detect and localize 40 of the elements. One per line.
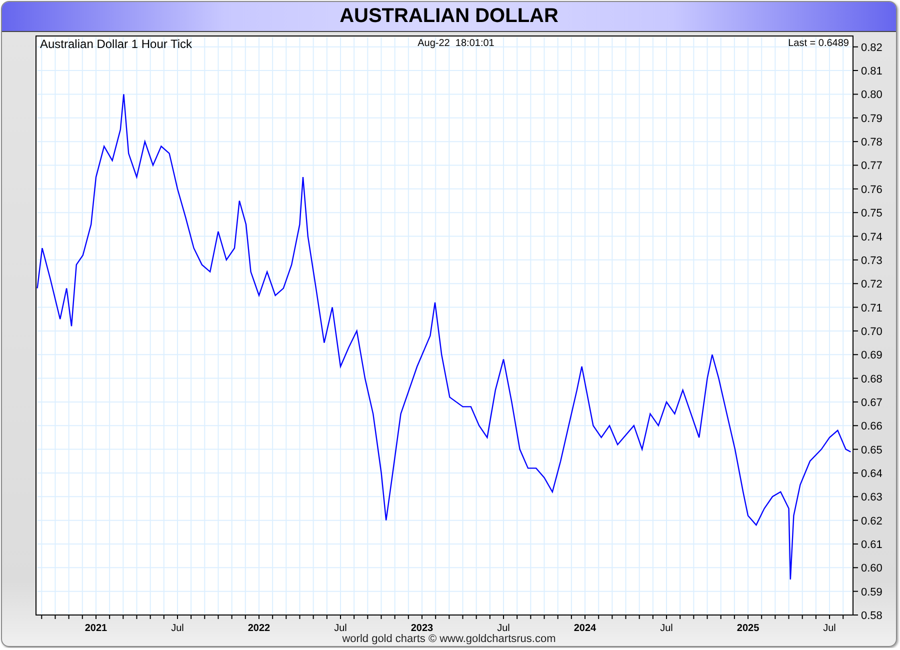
y-axis-label: 0.74 xyxy=(861,231,882,244)
y-axis-label: 0.71 xyxy=(861,302,882,314)
y-axis-label: 0.73 xyxy=(861,254,882,267)
y-axis-label: 0.80 xyxy=(861,89,882,102)
footer-credit: world gold charts © www.goldchartsrus.com xyxy=(342,633,556,645)
y-axis-label: 0.58 xyxy=(861,610,882,622)
y-axis-label: 0.64 xyxy=(861,468,882,480)
y-axis-label: 0.69 xyxy=(861,350,882,362)
x-axis-label: 2024 xyxy=(574,623,596,634)
timestamp: Aug-22 18:01:01 xyxy=(418,38,494,49)
y-axis-label: 0.79 xyxy=(861,112,882,125)
y-axis-label: 0.75 xyxy=(861,208,882,220)
y-axis-label: 0.76 xyxy=(861,184,882,196)
x-axis-label: Jul xyxy=(171,623,184,634)
y-axis-label: 0.60 xyxy=(861,562,882,575)
x-axis-label: 2023 xyxy=(410,623,434,634)
y-axis-label: 0.70 xyxy=(861,326,882,338)
x-axis-label: Jul xyxy=(660,623,673,634)
x-axis-label: 2022 xyxy=(248,623,270,634)
y-axis-label: 0.59 xyxy=(861,586,882,598)
y-axis-label: 0.62 xyxy=(861,515,882,528)
y-axis-label: 0.63 xyxy=(861,492,882,504)
y-axis-label: 0.61 xyxy=(861,538,882,551)
x-axis-label: Jul xyxy=(334,623,347,634)
y-axis-label: 0.78 xyxy=(861,136,882,149)
y-axis-label: 0.77 xyxy=(861,160,882,172)
y-axis-label: 0.65 xyxy=(861,444,882,456)
x-axis-label: 2021 xyxy=(84,623,108,634)
page-title: AUSTRALIAN DOLLAR xyxy=(340,5,558,28)
last-price: Last = 0.6489 xyxy=(788,38,849,49)
x-axis-label: Jul xyxy=(497,623,510,634)
y-axis-label: 0.81 xyxy=(861,66,882,78)
y-axis-label: 0.72 xyxy=(861,278,882,291)
y-axis-label: 0.66 xyxy=(861,420,882,433)
x-axis-label: Jul xyxy=(823,623,836,634)
x-axis-label: 2025 xyxy=(736,623,760,634)
y-axis-label: 0.68 xyxy=(861,373,882,386)
y-axis-label: 0.82 xyxy=(861,42,882,54)
y-axis-label: 0.67 xyxy=(861,396,882,409)
chart-title: Australian Dollar 1 Hour Tick xyxy=(40,37,192,51)
